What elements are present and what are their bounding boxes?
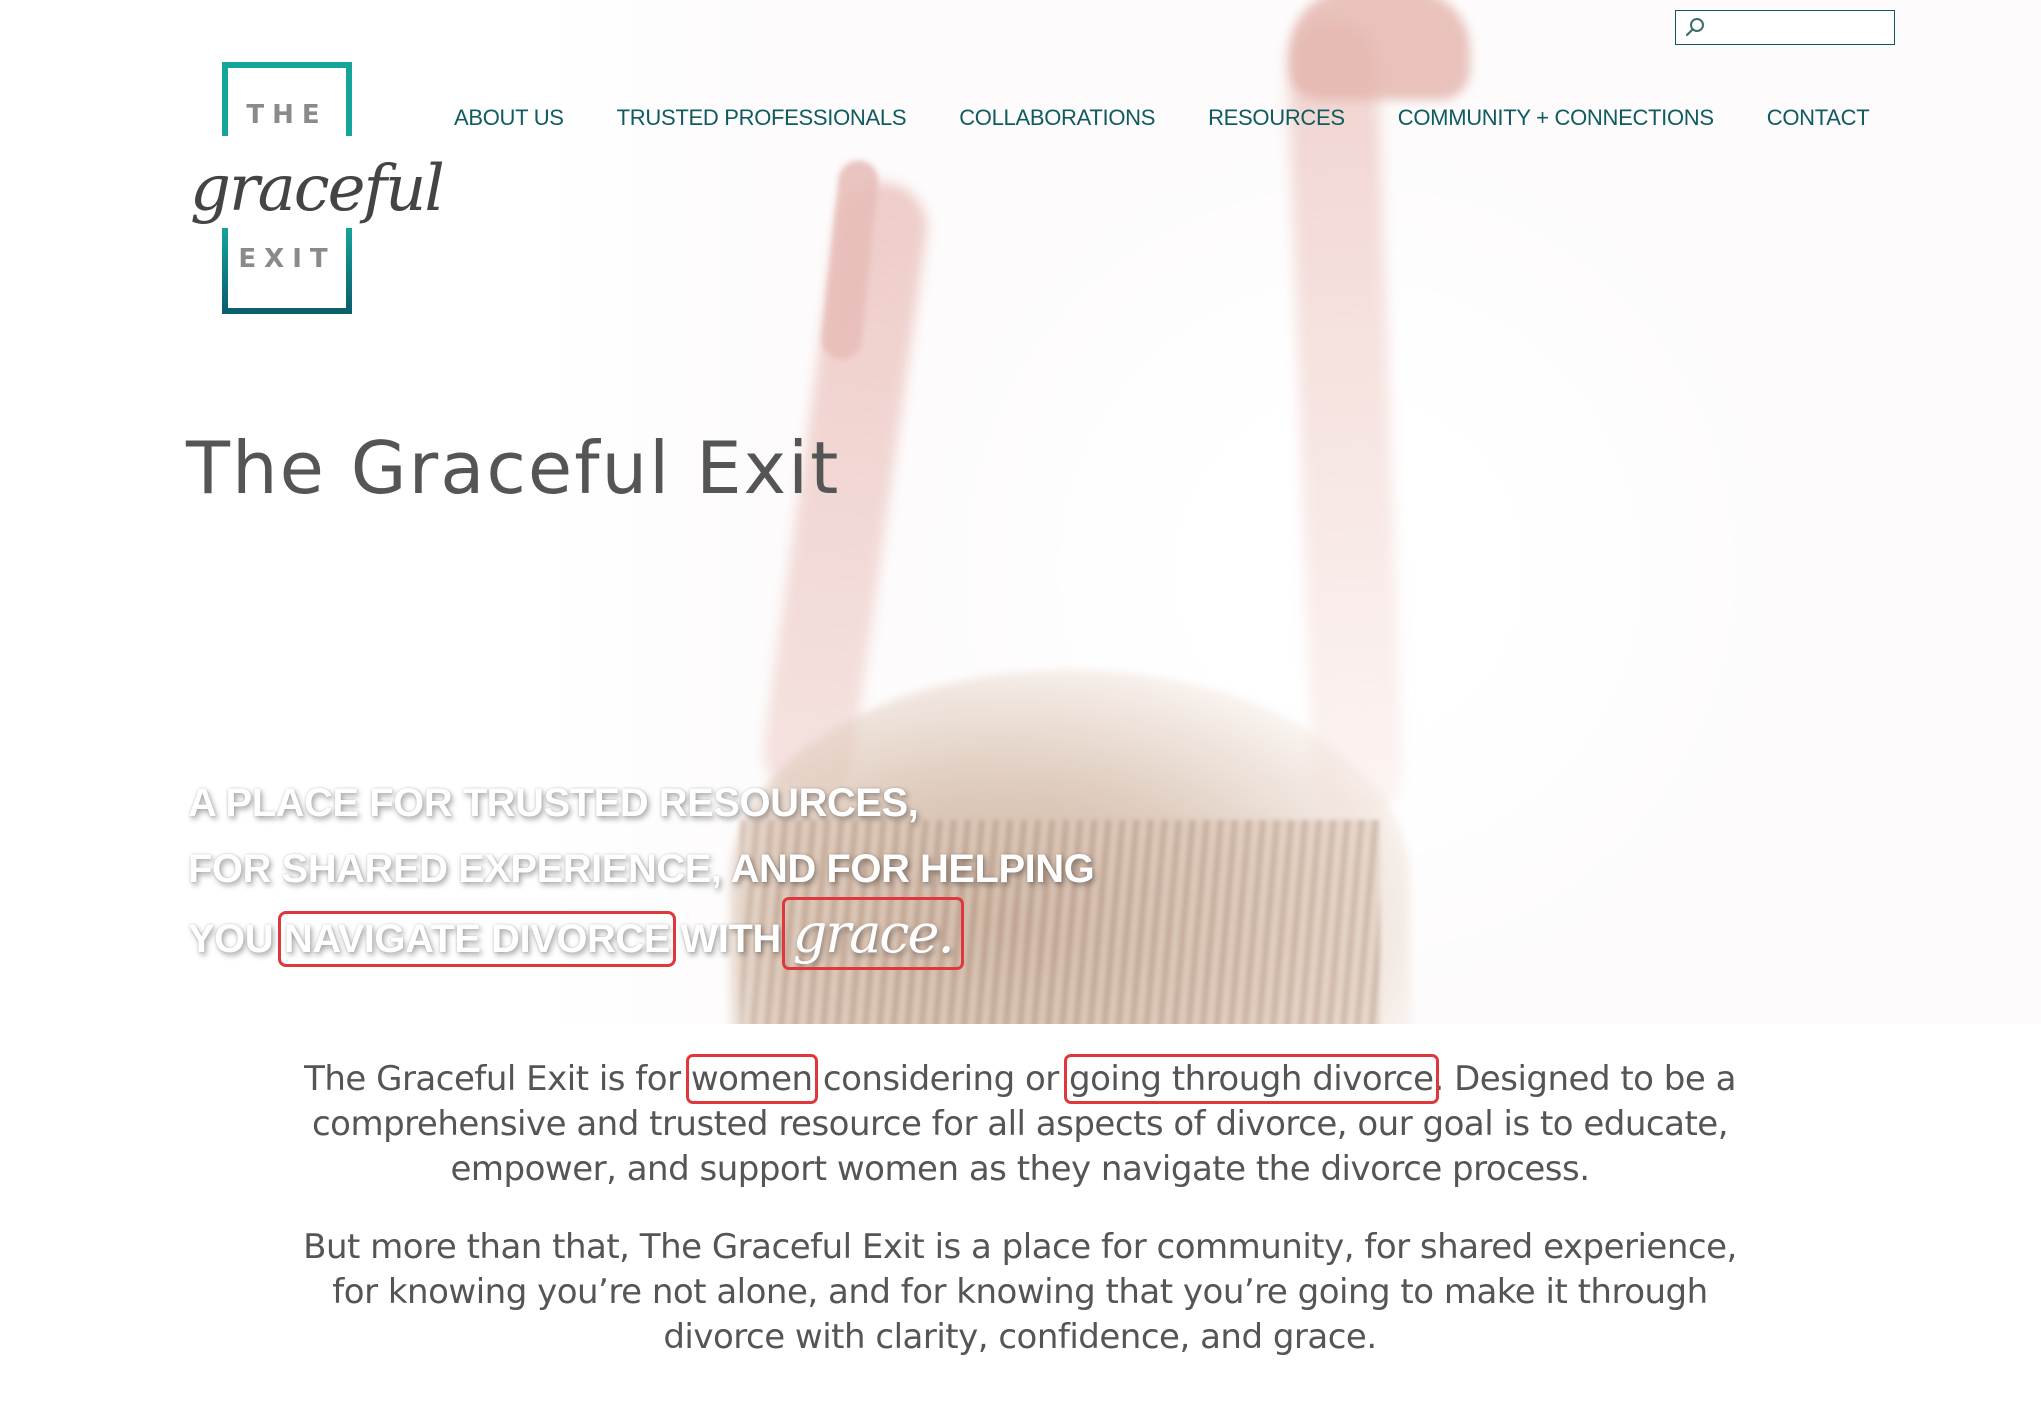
hero-photo-hand-right bbox=[1290, 0, 1470, 100]
site-logo[interactable]: THE graceful EXIT bbox=[190, 60, 445, 316]
search-box[interactable] bbox=[1675, 10, 1895, 45]
intro-highlight-going-through-divorce: going through divorce bbox=[1064, 1054, 1439, 1104]
nav-item-resources[interactable]: RESOURCES bbox=[1208, 105, 1345, 135]
search-input[interactable] bbox=[1710, 13, 1892, 43]
main-nav: ABOUT US TRUSTED PROFESSIONALS COLLABORA… bbox=[454, 105, 1870, 135]
tagline-script-grace: grace. bbox=[781, 897, 964, 970]
logo-text-graceful: graceful bbox=[190, 152, 445, 226]
nav-item-about-us[interactable]: ABOUT US bbox=[454, 105, 564, 135]
logo-text-the: THE bbox=[246, 100, 328, 130]
logo-text-exit: EXIT bbox=[238, 244, 336, 274]
intro-highlight-women: women bbox=[685, 1054, 818, 1104]
tagline-line-3: YOU NAVIGATE DIVORCE WITH grace. bbox=[188, 897, 1094, 970]
nav-item-collaborations[interactable]: COLLABORATIONS bbox=[959, 105, 1155, 135]
tagline-line-2: FOR SHARED EXPERIENCE, AND FOR HELPING bbox=[188, 847, 1095, 891]
intro-p1-mid: considering or bbox=[812, 1059, 1070, 1099]
page-title: The Graceful Exit bbox=[186, 426, 841, 510]
nav-item-community-connections[interactable]: COMMUNITY + CONNECTIONS bbox=[1398, 105, 1714, 135]
intro-paragraph-2: But more than that, The Graceful Exit is… bbox=[303, 1227, 1737, 1357]
intro-section: The Graceful Exit is for women consideri… bbox=[300, 1054, 1740, 1393]
tagline-highlight-navigate-divorce: NAVIGATE DIVORCE bbox=[277, 911, 676, 967]
intro-p1-pre: The Graceful Exit is for bbox=[304, 1059, 691, 1099]
tagline-you: YOU bbox=[188, 917, 274, 961]
tagline-line-1: A PLACE FOR TRUSTED RESOURCES, bbox=[188, 781, 919, 825]
intro-paragraph-1: The Graceful Exit is for women consideri… bbox=[300, 1054, 1740, 1192]
nav-item-contact[interactable]: CONTACT bbox=[1767, 105, 1870, 135]
nav-item-trusted-professionals[interactable]: TRUSTED PROFESSIONALS bbox=[617, 105, 907, 135]
search-icon[interactable] bbox=[1684, 16, 1706, 38]
hero-tagline: A PLACE FOR TRUSTED RESOURCES, FOR SHARE… bbox=[188, 770, 1095, 970]
tagline-with: WITH bbox=[680, 917, 782, 961]
